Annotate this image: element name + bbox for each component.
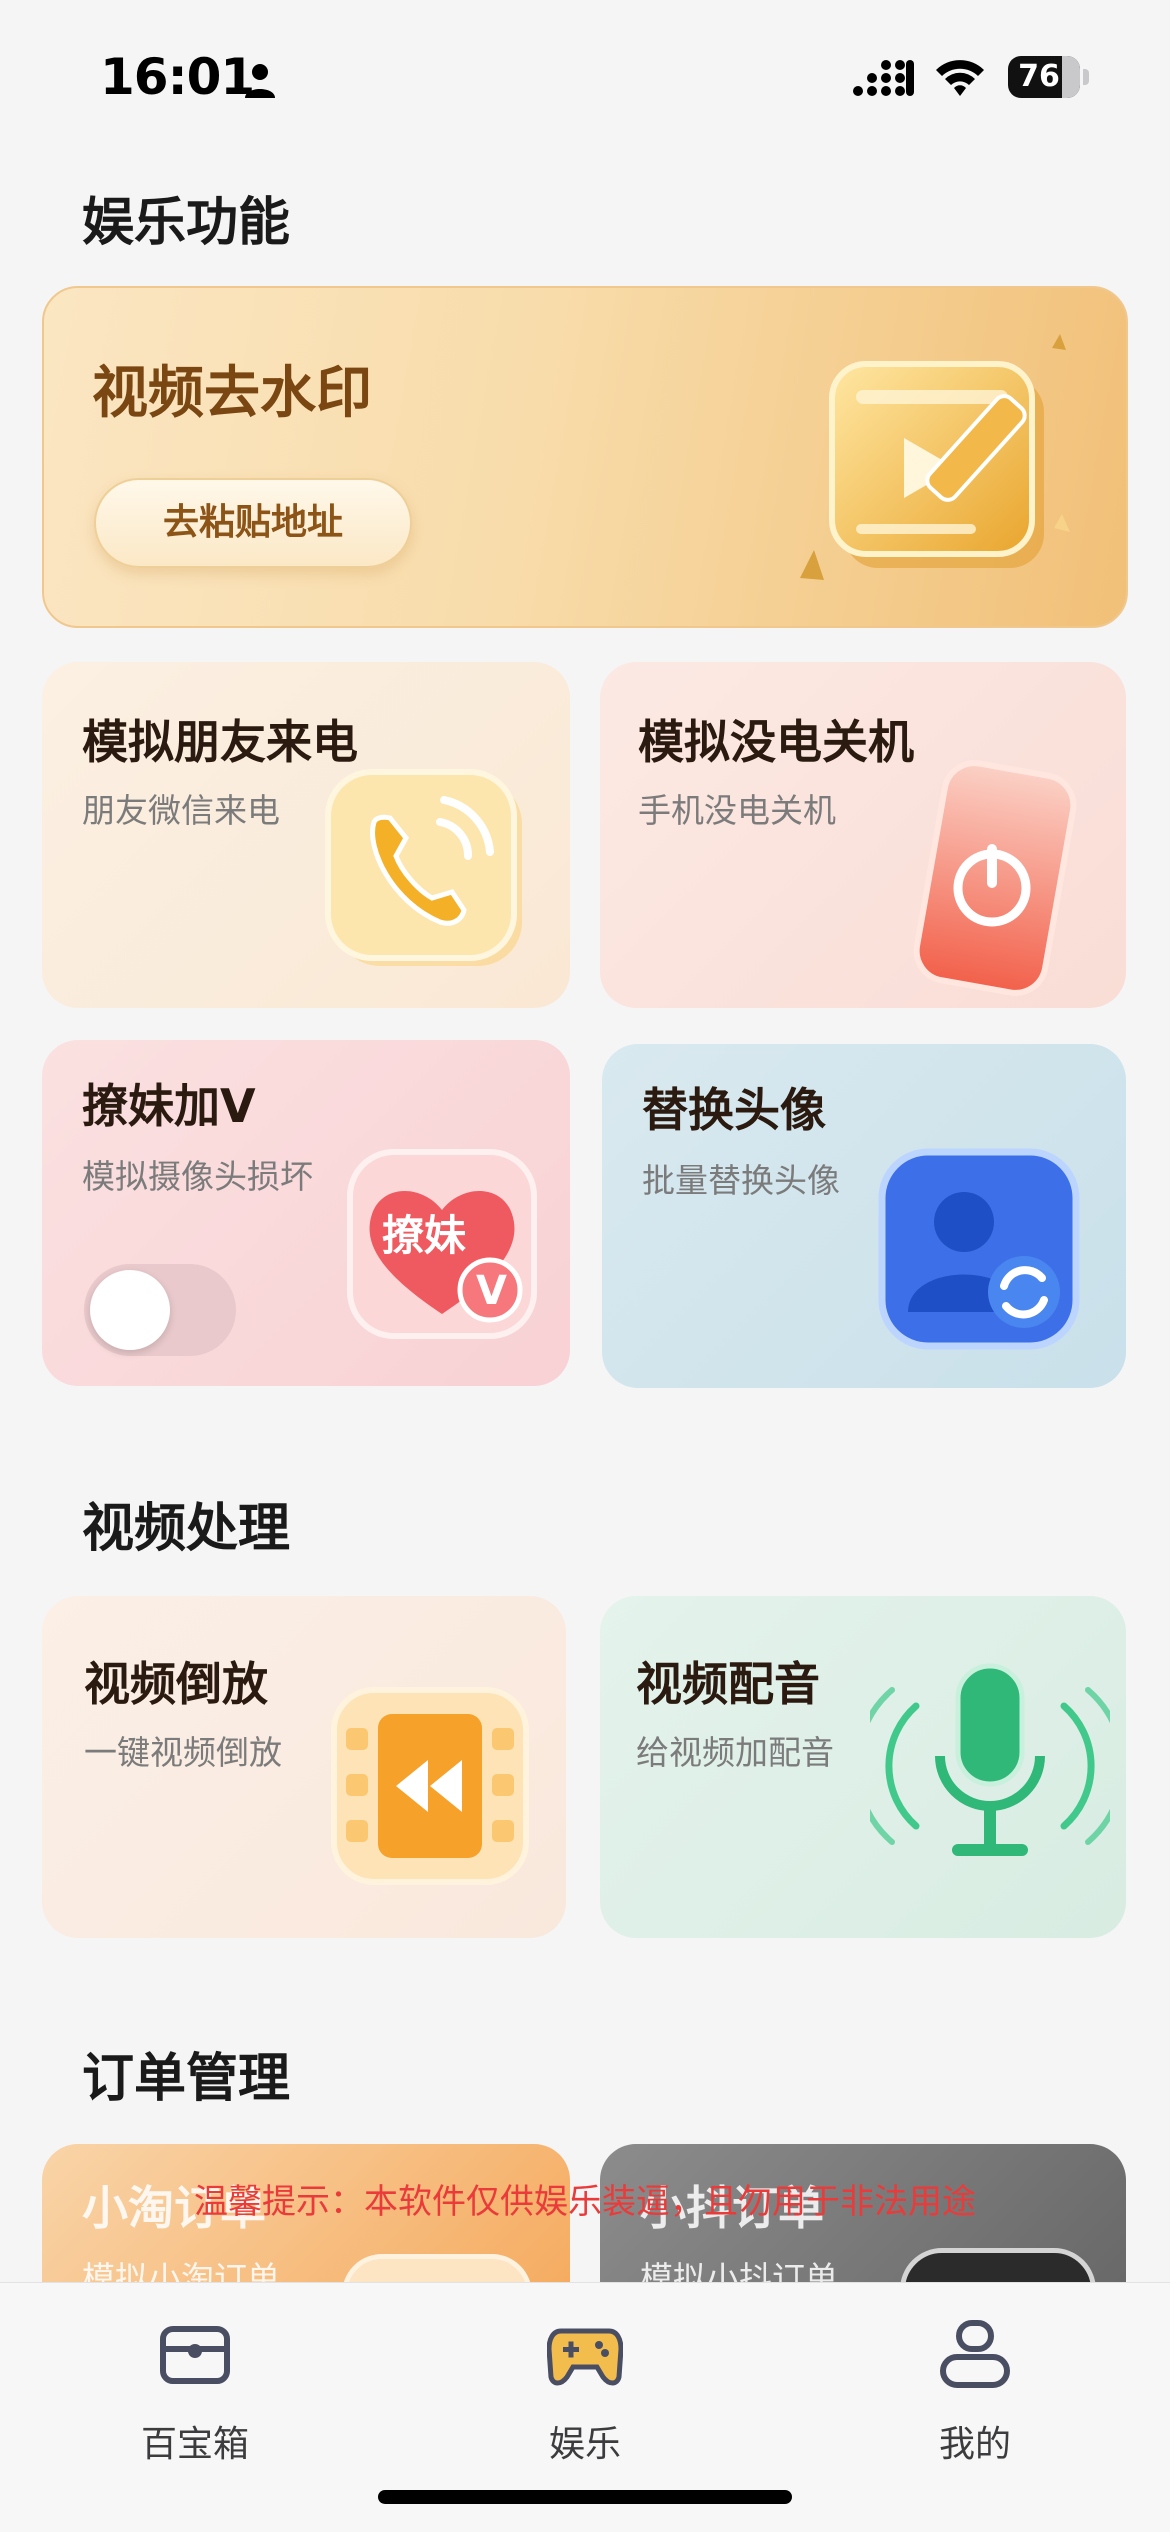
rewind-film-icon: [331, 1687, 529, 1885]
card-subtitle: 批量替换头像: [642, 1161, 840, 1200]
home-indicator: [378, 2490, 792, 2504]
battery-level: 76: [1018, 59, 1060, 94]
card-title: 视频倒放: [84, 1657, 268, 1711]
cellular-signal-icon: [853, 60, 914, 96]
card-subtitle: 模拟摄像头损坏: [82, 1157, 313, 1196]
video-watermark-icon: [800, 334, 1070, 580]
toggle-knob: [90, 1270, 170, 1350]
gamepad-icon: [547, 2328, 623, 2386]
battery-indicator: 76: [1008, 56, 1089, 98]
video-dubbing-card[interactable]: 视频配音 给视频加配音: [600, 1596, 1126, 1938]
tab-label: 我的: [938, 2424, 1011, 2465]
card-title: 模拟朋友来电: [82, 715, 358, 769]
card-title: 撩妹加V: [82, 1079, 256, 1133]
toolbox-icon: [160, 2326, 230, 2384]
status-time: 16:01: [100, 48, 255, 106]
camera-toggle[interactable]: [84, 1264, 236, 1356]
phone-call-icon: [325, 769, 522, 966]
heart-badge-text: 撩妹: [382, 1211, 467, 1260]
flirt-camera-card[interactable]: 撩妹加V 模拟摄像头损坏 撩妹 V: [42, 1040, 570, 1386]
section-title-video: 视频处理: [82, 1499, 291, 1559]
tab-label: 百宝箱: [140, 2424, 249, 2465]
card-title: 视频配音: [636, 1657, 820, 1711]
tab-mine[interactable]: 我的: [855, 2303, 1095, 2465]
tab-entertainment[interactable]: 娱乐: [465, 2303, 705, 2465]
paste-url-button[interactable]: 去粘贴地址: [94, 478, 412, 568]
fake-power-off-card[interactable]: 模拟没电关机 手机没电关机: [600, 662, 1126, 1008]
section-title-orders: 订单管理: [82, 2049, 291, 2109]
section-title-entertainment: 娱乐功能: [82, 193, 291, 253]
watermark-removal-card[interactable]: 视频去水印 去粘贴地址: [42, 286, 1128, 628]
microphone-icon: [870, 1663, 1110, 1856]
disclaimer-text: 温馨提示：本软件仅供娱乐装逼，且勿用于非法用途: [194, 2182, 976, 2222]
power-off-phone-icon: [913, 760, 1077, 996]
avatar-swap-icon: [878, 1148, 1080, 1350]
user-icon: [940, 2320, 1010, 2388]
card-title: 视频去水印: [92, 361, 372, 426]
heart-v-icon: 撩妹 V: [342, 1144, 542, 1344]
fake-call-card[interactable]: 模拟朋友来电 朋友微信来电: [42, 662, 570, 1008]
wifi-icon: [936, 60, 984, 96]
card-title: 替换头像: [642, 1083, 826, 1137]
status-bar: 16:01 76: [0, 0, 1170, 150]
tab-toolbox[interactable]: 百宝箱: [75, 2303, 315, 2465]
replace-avatar-card[interactable]: 替换头像 批量替换头像: [602, 1044, 1126, 1388]
card-subtitle: 朋友微信来电: [82, 791, 280, 830]
card-title: 模拟没电关机: [638, 715, 914, 769]
person-icon: [245, 64, 275, 98]
v-badge-text: V: [476, 1268, 507, 1314]
tab-label: 娱乐: [548, 2424, 621, 2465]
video-reverse-card[interactable]: 视频倒放 一键视频倒放: [42, 1596, 566, 1938]
card-subtitle: 一键视频倒放: [84, 1733, 282, 1772]
card-subtitle: 给视频加配音: [636, 1733, 834, 1772]
app-screen: 16:01 76 娱乐功能 视频去水印 去粘贴地址 模拟朋友来电 朋友微信来电 …: [0, 0, 1170, 2532]
card-subtitle: 手机没电关机: [638, 791, 836, 830]
